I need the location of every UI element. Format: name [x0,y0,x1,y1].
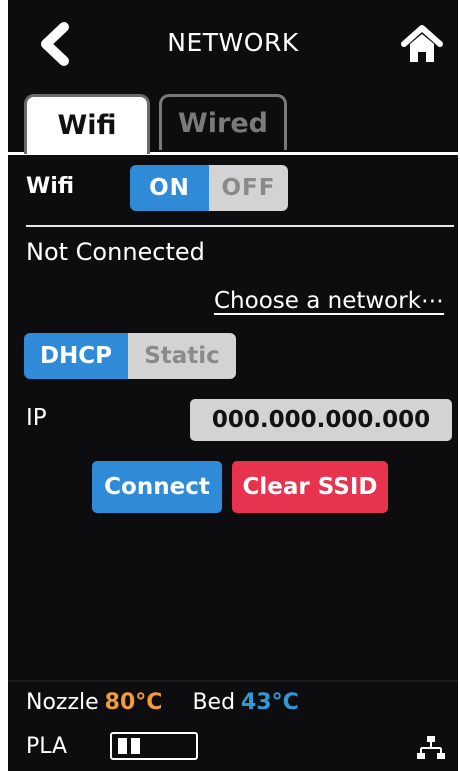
toggle-off[interactable]: OFF [209,165,288,211]
tab-wifi[interactable]: Wifi [24,94,150,154]
filament-bar [118,738,127,754]
filament-bar [131,738,140,754]
wired-network-icon [417,736,445,759]
temperature-row: Nozzle 80°C Bed 43°C [26,690,299,715]
top-bar: NETWORK [8,0,458,88]
choose-network-link[interactable]: Choose a network⋯ [214,288,444,314]
bed-label: Bed [192,690,236,715]
connection-status: Not Connected [26,238,205,266]
toggle-on[interactable]: ON [130,165,209,211]
nozzle-temp: 80°C [104,690,163,715]
mode-dhcp[interactable]: DHCP [24,333,128,379]
page-title: NETWORK [167,28,299,57]
wifi-label: Wifi [26,174,75,199]
bed-temp: 43°C [241,690,299,715]
divider [26,225,454,227]
mode-static[interactable]: Static [128,333,236,379]
ip-mode-toggle[interactable]: DHCP Static [24,333,236,379]
ip-label: IP [26,405,47,431]
tab-wired[interactable]: Wired [159,94,287,150]
nozzle-label: Nozzle [26,690,99,715]
filament-level-icon [110,732,198,760]
clear-ssid-button[interactable]: Clear SSID [232,461,388,513]
wifi-toggle[interactable]: ON OFF [130,165,288,211]
home-icon[interactable] [400,22,444,66]
connect-button[interactable]: Connect [92,461,222,513]
network-screen: NETWORK Wifi Wired Wifi ON OFF Not Conne… [8,0,458,771]
ip-field[interactable]: 000.000.000.000 [190,399,452,441]
material-label: PLA [26,734,68,759]
